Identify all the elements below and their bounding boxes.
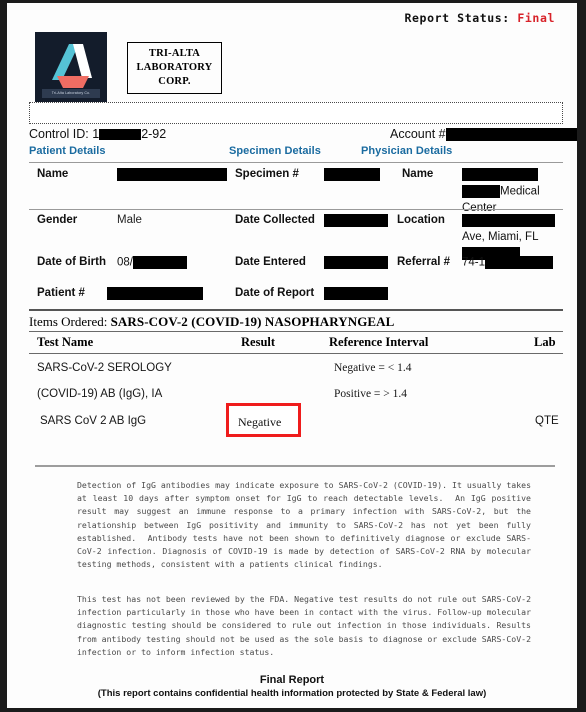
- lab-name-line-2: LABORATORY: [136, 62, 213, 73]
- patient-number-redaction: [107, 287, 203, 300]
- report-page: Report Status: Final Tri-Alta Laboratory…: [0, 0, 586, 712]
- physician-name-redaction-1: [462, 168, 538, 181]
- report-status-label: Report Status:: [404, 11, 510, 25]
- items-ordered: Items Ordered: SARS-COV-2 (COVID-19) NAS…: [29, 314, 394, 330]
- referral-label: Referral #: [397, 256, 451, 268]
- table-row-3-result: Negative: [238, 415, 282, 429]
- patient-name-label: Name: [37, 168, 69, 180]
- divider-above-items-ordered: [29, 309, 563, 311]
- location-redaction-1: [462, 214, 555, 227]
- control-id-label: Control ID:: [29, 127, 89, 141]
- table-row-3-test-name: SARS CoV 2 AB IgG: [40, 415, 147, 427]
- column-header-result: Result: [241, 335, 276, 349]
- account-redaction: [445, 128, 577, 142]
- column-header-test-name: Test Name: [37, 335, 94, 349]
- date-of-report-redaction: [324, 287, 388, 300]
- date-of-report-value: [324, 287, 388, 300]
- column-header-lab: Lab: [534, 335, 556, 349]
- physician-name-redaction-2: [462, 185, 500, 198]
- section-headings: Patient Details Specimen Details Physici…: [29, 145, 563, 159]
- referral-redaction: [485, 256, 554, 269]
- section-heading-physician: Physician Details: [361, 145, 453, 157]
- physician-name-value-line2: Medical: [462, 185, 540, 198]
- result-highlight-box: Negative: [226, 403, 301, 437]
- account-label: Account #: [390, 127, 446, 141]
- table-row-2-reference-interval: Positive = > 1.4: [334, 388, 408, 400]
- patient-number-value: [107, 287, 203, 300]
- report-status: Report Status: Final: [405, 11, 556, 25]
- date-collected-value: [324, 214, 388, 227]
- physician-name-value-line3: Center: [462, 202, 497, 214]
- date-collected-label: Date Collected: [235, 214, 315, 226]
- divider-under-section-headings: [29, 162, 563, 163]
- specimen-number-value: [324, 168, 380, 181]
- physician-name-suffix: Medical: [500, 185, 540, 198]
- table-row-3-lab: QTE: [535, 415, 559, 427]
- lab-name-line-1: TRI-ALTA: [148, 48, 201, 59]
- location-label: Location: [397, 214, 445, 226]
- control-id-suffix: 2-92: [141, 127, 167, 141]
- referral-prefix: 74-1: [462, 256, 486, 269]
- table-row-1-reference-interval: Negative = < 1.4: [334, 362, 412, 374]
- lab-name-box: TRI-ALTA LABORATORY CORP.: [127, 42, 222, 94]
- account-field: Account #: [390, 127, 577, 142]
- divider-above-table-header: [29, 331, 563, 332]
- column-header-reference-interval: Reference Interval: [329, 335, 429, 349]
- date-of-report-label: Date of Report: [235, 287, 315, 299]
- date-entered-value: [324, 256, 388, 269]
- date-entered-redaction: [324, 256, 388, 269]
- report-footer: Final Report (This report contains confi…: [7, 673, 577, 700]
- disclaimer-paragraph-2: This test has not been reviewed by the F…: [77, 594, 536, 657]
- control-id-prefix: 1: [92, 127, 100, 141]
- disclaimer-paragraph-1: Detection of IgG antibodies may indicate…: [77, 480, 536, 570]
- address-placeholder-box: [29, 102, 563, 124]
- patient-name-redaction: [117, 168, 227, 181]
- patient-number-label: Patient #: [37, 287, 85, 299]
- report-status-value: Final: [517, 11, 555, 25]
- section-heading-specimen: Specimen Details: [229, 145, 321, 157]
- items-ordered-label: Items Ordered:: [29, 314, 108, 329]
- footer-subtitle: (This report contains confidential healt…: [97, 688, 487, 699]
- date-entered-label: Date Entered: [235, 256, 306, 268]
- date-collected-redaction: [324, 214, 388, 227]
- control-id-redaction: [99, 129, 142, 141]
- report-sheet: Report Status: Final Tri-Alta Laboratory…: [7, 3, 577, 708]
- location-value-line1: [462, 214, 555, 227]
- footer-title: Final Report: [259, 674, 325, 686]
- divider-under-table-header: [29, 353, 563, 354]
- divider-above-disclaimer: [35, 465, 555, 467]
- referral-value: 74-1: [462, 256, 554, 269]
- specimen-number-redaction: [324, 168, 380, 181]
- lab-name-line-3: CORP.: [158, 76, 191, 87]
- dob-prefix: 08/: [117, 256, 133, 269]
- gender-value: Male: [117, 214, 142, 226]
- lab-logo-caption: Tri-Alta Laboratory Co.: [42, 89, 100, 98]
- items-ordered-value: SARS-COV-2 (COVID-19) NASOPHARYNGEAL: [110, 314, 395, 329]
- table-row-1-test-name: SARS-CoV-2 SEROLOGY: [37, 362, 172, 374]
- dob-value: 08/: [117, 256, 187, 269]
- table-row-2-test-name: (COVID-19) AB (IgG), IA: [37, 388, 163, 400]
- physician-name-value-line1: [462, 168, 538, 181]
- dob-redaction: [133, 256, 187, 269]
- section-heading-patient: Patient Details: [29, 145, 106, 157]
- specimen-number-label: Specimen #: [235, 168, 299, 180]
- physician-name-label: Name: [402, 168, 434, 180]
- divider-row-1: [29, 209, 563, 210]
- gender-label: Gender: [37, 214, 78, 226]
- patient-name-value: [117, 168, 227, 181]
- location-value-line2: Ave, Miami, FL: [462, 231, 539, 243]
- control-id-field: Control ID: 1 2-92: [29, 127, 166, 141]
- lab-logo: Tri-Alta Laboratory Co.: [35, 32, 107, 104]
- control-account-row: Control ID: 1 2-92 Account #: [29, 127, 577, 143]
- dob-label: Date of Birth: [37, 256, 106, 268]
